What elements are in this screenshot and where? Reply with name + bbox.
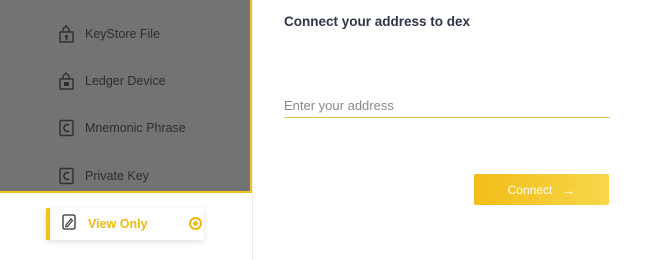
arrow-right-icon: → [561,181,576,198]
sidebar-item-mnemonic-phrase[interactable]: Mnemonic Phrase [58,116,186,140]
connect-button-label: Connect [507,182,553,197]
connect-button[interactable]: Connect → [474,174,609,205]
sidebar-item-label: KeyStore File [85,27,161,41]
sidebar-item-view-only[interactable]: View Only [46,208,204,240]
sidebar-item-label: Private Key [85,169,149,183]
page-title: Connect your address to dex [284,14,471,29]
mnemonic-phrase-icon [58,119,75,137]
selected-radio-indicator[interactable] [189,217,202,230]
view-only-icon [62,213,76,235]
login-method-sidebar: KeyStore File Ledger Device Mnemonic Phr… [0,0,252,260]
sidebar-item-label: Mnemonic Phrase [85,121,186,135]
sidebar-item-private-key[interactable]: Private Key [58,164,149,188]
sidebar-item-ledger-device[interactable]: Ledger Device [58,69,166,93]
keystore-file-icon [58,25,75,43]
disabled-overlay: KeyStore File Ledger Device Mnemonic Phr… [0,0,252,193]
ledger-device-icon [58,72,75,90]
private-key-icon [58,167,75,185]
panel-divider [252,0,253,260]
sidebar-item-label: View Only [88,217,148,231]
address-input[interactable] [284,94,610,118]
sidebar-item-keystore-file[interactable]: KeyStore File [58,22,160,46]
sidebar-item-label: Ledger Device [85,74,166,88]
